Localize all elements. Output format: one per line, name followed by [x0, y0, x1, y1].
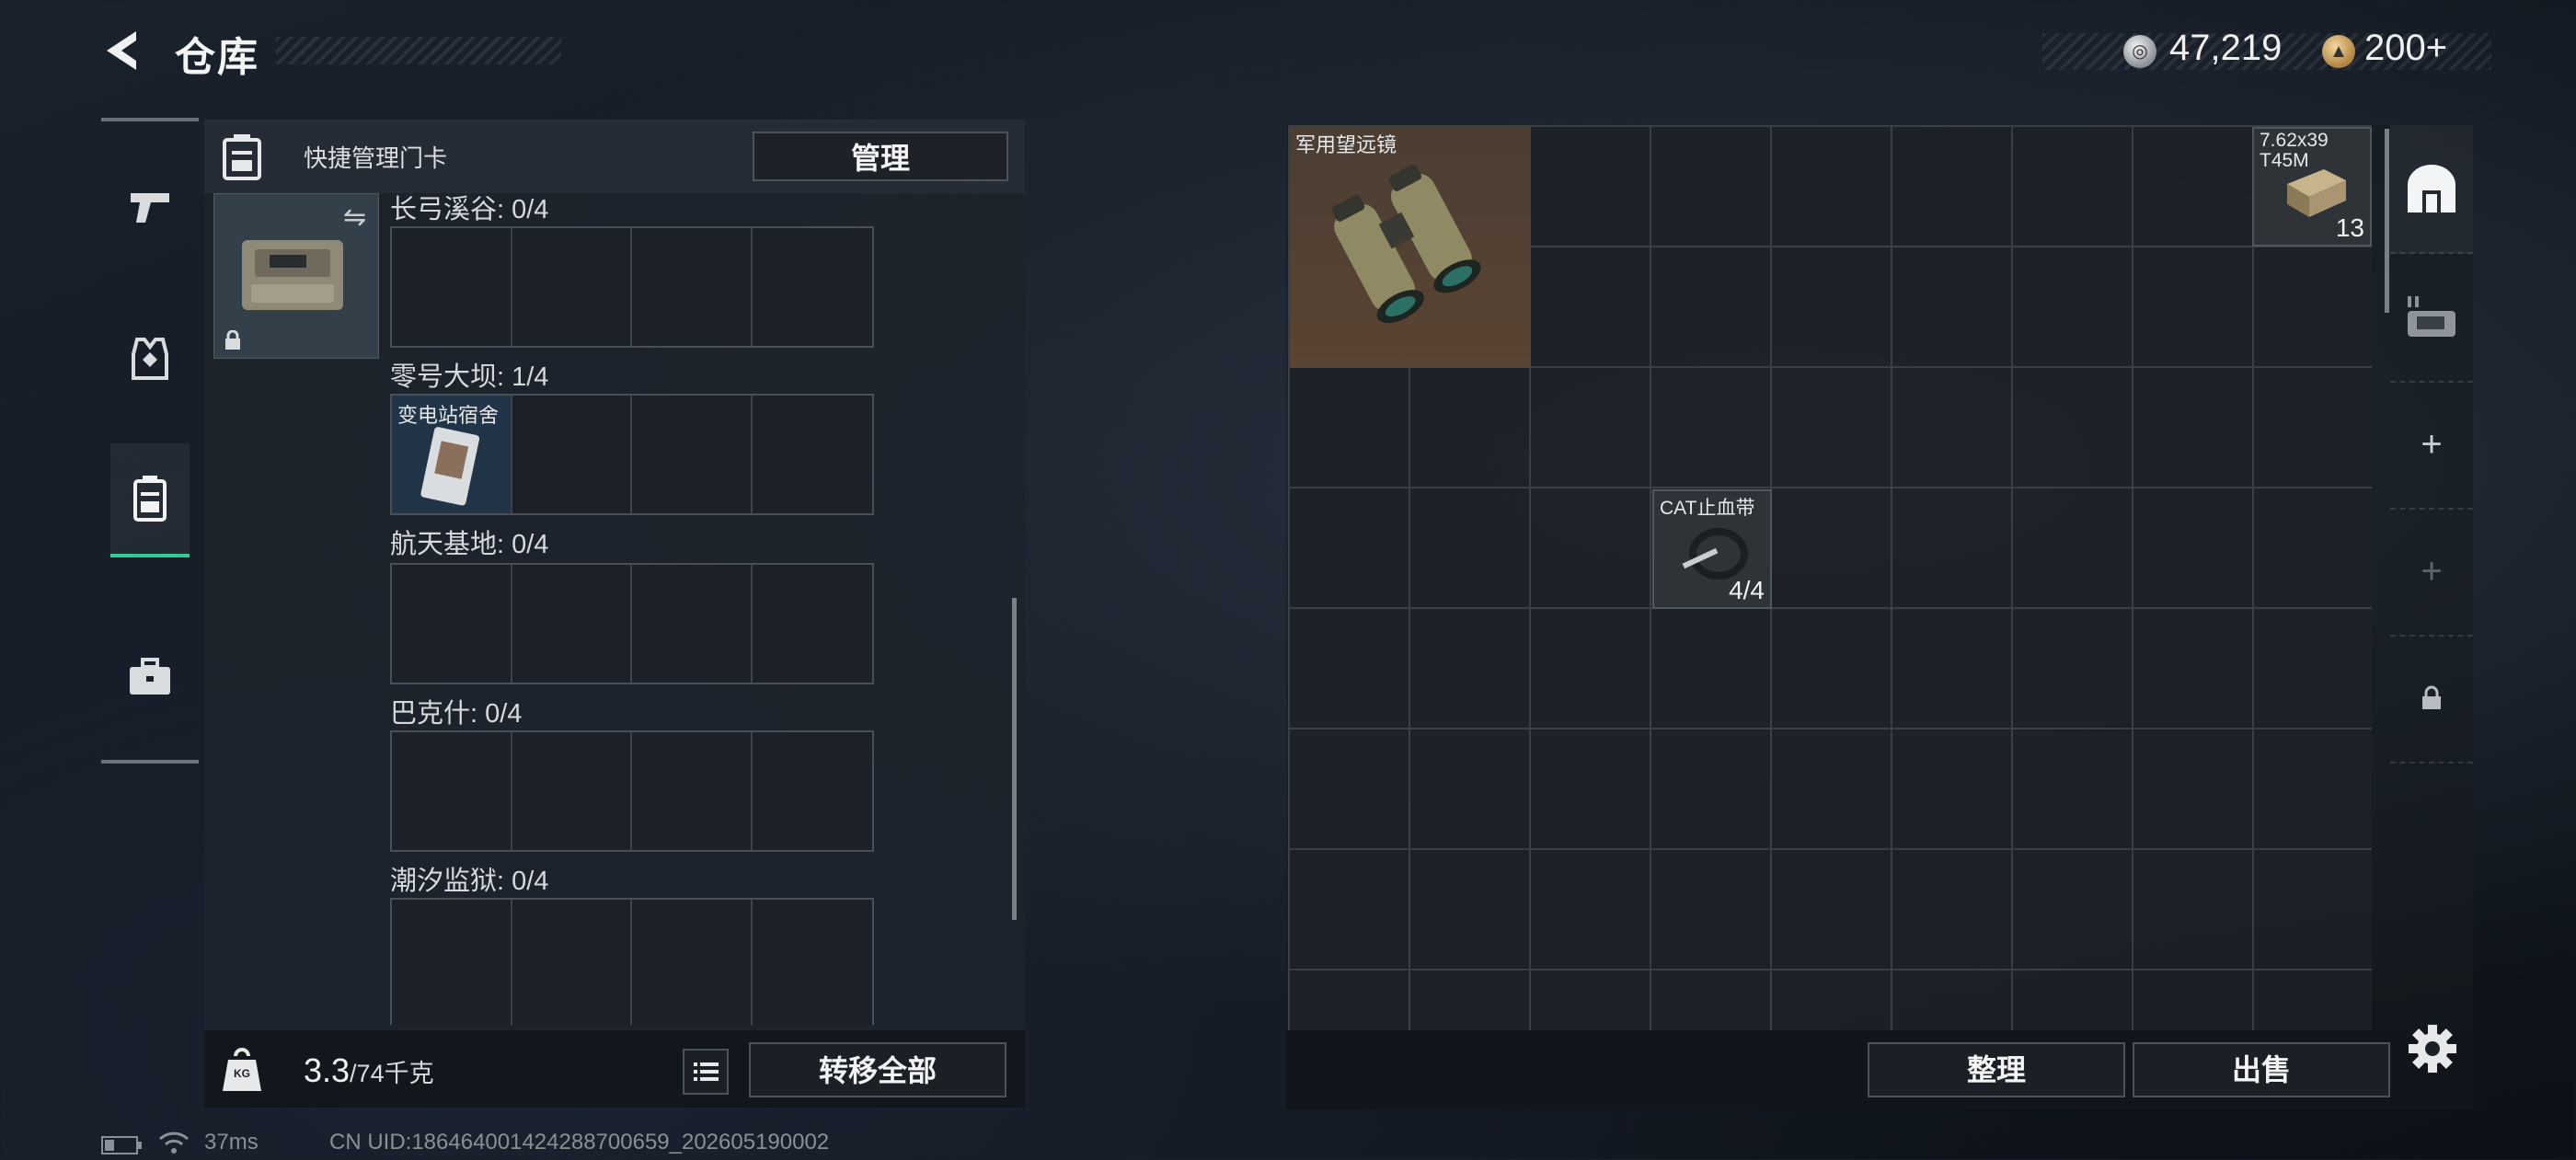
stash-tabs: + + [2390, 125, 2473, 769]
ammo-box-icon [2287, 169, 2346, 217]
section-label-dam: 零号大坝: 1/4 [390, 362, 549, 392]
battery-icon [101, 1135, 144, 1155]
keycard-slot[interactable] [632, 900, 753, 1025]
settings-button[interactable] [2407, 1023, 2458, 1074]
nav-armor[interactable] [110, 304, 190, 414]
list-icon [694, 1062, 719, 1081]
keycard-slot[interactable] [753, 900, 873, 1025]
nav-keycards[interactable] [110, 443, 190, 557]
keycard-slot[interactable] [632, 732, 753, 850]
keycard-slot[interactable] [392, 565, 512, 683]
toolbox-icon [130, 658, 170, 695]
ping-readout: 37ms [204, 1130, 259, 1154]
stash-tab-main[interactable] [2390, 125, 2473, 254]
armor-vest-icon [132, 338, 168, 380]
section-label-changgong: 长弓溪谷: 0/4 [390, 195, 549, 224]
nav-weapons[interactable] [110, 151, 190, 261]
section-label-tide-prison: 潮汐监狱: 0/4 [390, 867, 549, 896]
transfer-all-button[interactable]: 转移全部 [749, 1042, 1006, 1097]
gold-coin-amount[interactable]: 200+ [2364, 28, 2447, 69]
keycard-slot[interactable] [392, 228, 512, 346]
stash-tab-add-1[interactable]: + [2390, 381, 2473, 510]
keycard-slot[interactable] [512, 228, 632, 346]
lock-icon [224, 329, 242, 350]
keycard-container-slot[interactable]: ⇋ [213, 193, 379, 359]
sell-button[interactable]: 出售 [2133, 1042, 2390, 1097]
back-arrow-icon [107, 31, 136, 70]
nav-divider-top [101, 118, 199, 121]
title-decoration [276, 37, 561, 64]
keycard-slot[interactable] [753, 228, 873, 346]
keycard-slot[interactable] [512, 732, 632, 850]
weight-icon: KG [221, 1047, 263, 1093]
section-label-bakesh: 巴克什: 0/4 [390, 699, 523, 729]
silver-coin-amount: 47,219 [2169, 28, 2283, 68]
binoculars-icon [1331, 164, 1481, 324]
sort-button[interactable]: 整理 [1868, 1042, 2125, 1097]
nav-divider-bottom [101, 760, 199, 764]
section-label-space-base: 航天基地: 0/4 [390, 530, 549, 559]
stash-home-icon [2408, 165, 2455, 212]
plus-icon: + [2421, 423, 2443, 465]
keycard-row-changgong [390, 226, 874, 348]
stash-tab-2[interactable] [2390, 254, 2473, 383]
stash-tab-locked[interactable] [2390, 635, 2473, 764]
silver-coin-icon: ◎ [2123, 35, 2156, 68]
keycard-slot[interactable] [512, 396, 632, 513]
lock-icon [2422, 685, 2441, 709]
keycard-slot[interactable] [753, 565, 873, 683]
weight-max: /74千克 [350, 1060, 434, 1087]
keycard-slot[interactable] [753, 396, 873, 513]
keycard-icon [420, 427, 480, 506]
keycard-slot[interactable] [512, 565, 632, 683]
gear-icon [2409, 1025, 2456, 1073]
nav-toolbox[interactable] [110, 622, 190, 732]
stash-tab-add-2[interactable]: + [2390, 508, 2473, 637]
keycard-scrollbar[interactable] [1012, 598, 1017, 920]
keycard-row-tide-prison [390, 898, 874, 1025]
gold-coin-icon: ▲ [2322, 35, 2355, 68]
manage-button[interactable]: 管理 [753, 132, 1008, 181]
stash-item-binoculars[interactable]: 军用望远镜 [1290, 127, 1531, 368]
back-button[interactable] [101, 28, 147, 74]
user-uid: CN UID:186464001424288700659_20260519000… [329, 1130, 830, 1154]
stash-item-ammo[interactable]: 7.62x39 T45M 13 [2252, 127, 2372, 247]
pistol-icon [131, 193, 169, 223]
keycard-panel-title: 快捷管理门卡 [304, 144, 448, 172]
weight-icon-label: KG [234, 1067, 250, 1080]
keycard-slot[interactable] [753, 732, 873, 850]
plus-icon: + [2421, 550, 2443, 591]
swap-icon[interactable]: ⇋ [343, 201, 366, 234]
item-name: 军用望远镜 [1295, 133, 1397, 156]
keycard-row-bakesh [390, 730, 874, 852]
keycard-slot[interactable] [392, 732, 512, 850]
keycard-slot[interactable] [512, 900, 632, 1025]
keycard-slot[interactable] [632, 396, 753, 513]
stash-cabinet-icon [2408, 296, 2455, 337]
keycard-row-dam: 变电站宿舍 [390, 394, 874, 515]
keycard-row-space-base [390, 563, 874, 684]
item-count: 4/4 [1729, 576, 1765, 604]
item-count: 13 [2335, 213, 2364, 242]
keycard-slot[interactable] [392, 900, 512, 1025]
weight-readout: 3.3/74千克 [304, 1051, 434, 1090]
wifi-icon [158, 1130, 190, 1155]
keycard-slot[interactable] [632, 228, 753, 346]
keycard-case-icon [133, 476, 167, 522]
weight-current: 3.3 [304, 1051, 351, 1089]
keycard-slot[interactable] [632, 565, 753, 683]
stash-item-tourniquet[interactable]: CAT止血带 4/4 [1652, 489, 1772, 609]
page-title: 仓库 [175, 35, 259, 80]
keycard-slot-filled[interactable]: 变电站宿舍 [392, 396, 512, 513]
list-view-button[interactable] [683, 1049, 729, 1095]
keycard-case-icon [217, 131, 267, 182]
stash-scrollbar[interactable] [2385, 129, 2389, 313]
